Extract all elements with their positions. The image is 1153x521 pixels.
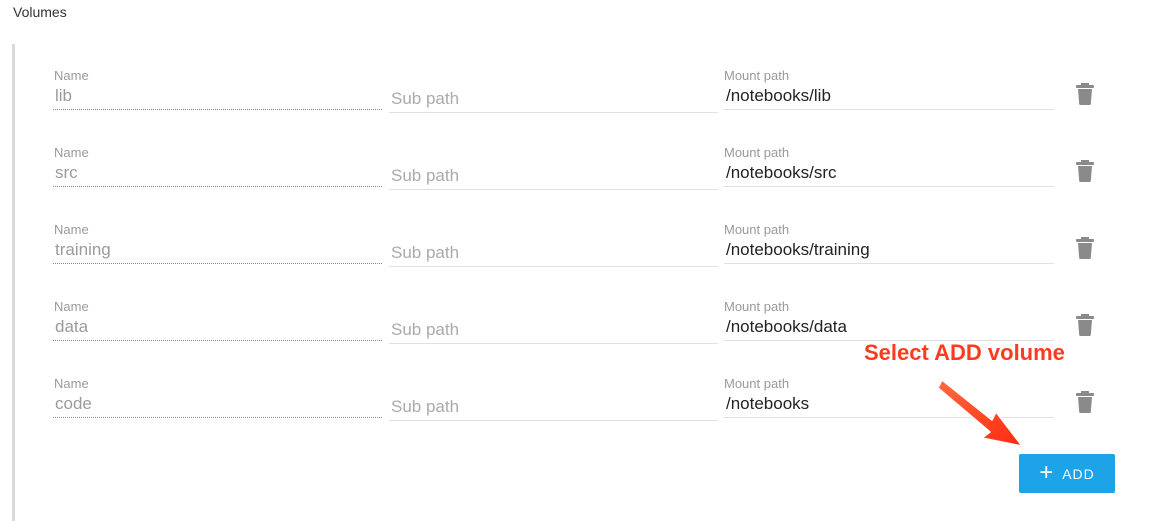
trash-icon: [1076, 160, 1094, 182]
volume-row: Name lib Sub path Mount path /notebooks/…: [0, 68, 1153, 138]
sub-path-field[interactable]: Sub path: [389, 392, 718, 421]
volume-row: Name training Sub path Mount path /noteb…: [0, 222, 1153, 292]
trash-icon: [1076, 237, 1094, 259]
delete-volume-button[interactable]: [1074, 82, 1096, 106]
name-field[interactable]: data: [53, 312, 382, 341]
name-field[interactable]: src: [53, 158, 382, 187]
add-volume-button[interactable]: + ADD: [1019, 454, 1115, 493]
trash-icon: [1076, 314, 1094, 336]
volume-row: Name src Sub path Mount path /notebooks/…: [0, 145, 1153, 215]
mount-path-field[interactable]: /notebooks/data: [724, 312, 1054, 341]
delete-volume-button[interactable]: [1074, 390, 1096, 414]
sub-path-field[interactable]: Sub path: [389, 238, 718, 267]
delete-volume-button[interactable]: [1074, 159, 1096, 183]
mount-path-field[interactable]: /notebooks/lib: [724, 81, 1054, 110]
name-field[interactable]: code: [53, 389, 382, 418]
name-field[interactable]: training: [53, 235, 382, 264]
sub-path-field[interactable]: Sub path: [389, 161, 718, 190]
trash-icon: [1076, 391, 1094, 413]
mount-path-field[interactable]: /notebooks/src: [724, 158, 1054, 187]
annotation-arrow-icon: [937, 379, 1023, 447]
add-button-label: ADD: [1062, 465, 1095, 482]
trash-icon: [1076, 83, 1094, 105]
annotation-callout: Select ADD volume: [864, 340, 1065, 365]
name-field[interactable]: lib: [53, 81, 382, 110]
mount-path-field[interactable]: /notebooks/training: [724, 235, 1054, 264]
sub-path-field[interactable]: Sub path: [389, 84, 718, 113]
section-title: Volumes: [13, 4, 67, 20]
delete-volume-button[interactable]: [1074, 313, 1096, 337]
sub-path-field[interactable]: Sub path: [389, 315, 718, 344]
plus-icon: +: [1039, 458, 1055, 486]
delete-volume-button[interactable]: [1074, 236, 1096, 260]
